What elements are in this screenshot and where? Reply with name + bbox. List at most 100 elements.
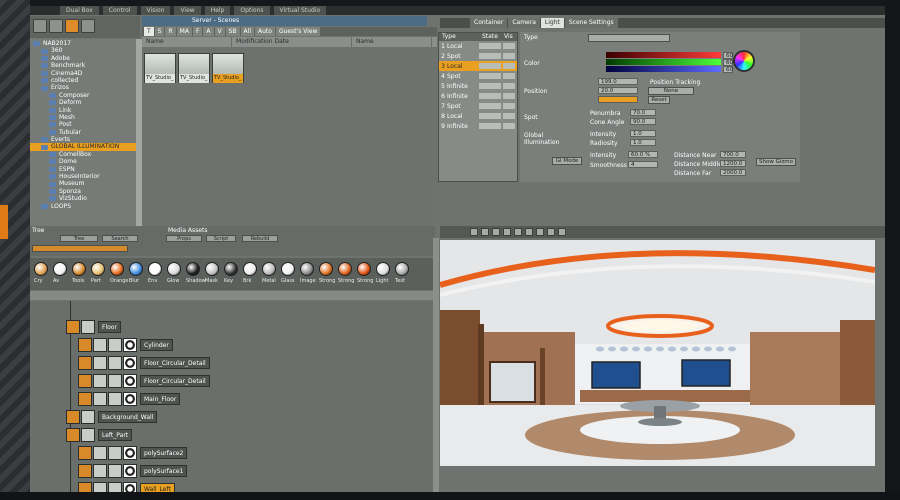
folder-tree-item[interactable]: Link — [30, 107, 138, 114]
container-icon[interactable] — [78, 356, 92, 370]
shader-ball-icon[interactable] — [72, 262, 86, 276]
scene-thumbnail[interactable]: TV_Studio_ — [212, 53, 244, 83]
shader-ball-icon[interactable] — [338, 262, 352, 276]
scene-filter-tab[interactable]: S — [154, 27, 165, 36]
scene-tree-node[interactable]: Floor — [66, 319, 121, 335]
scene-filter-tab[interactable]: R — [165, 27, 176, 36]
color-wheel-icon[interactable] — [733, 50, 755, 72]
folder-tree-item[interactable]: ESPN — [30, 166, 138, 173]
folder-tree-item[interactable]: Sponza — [30, 188, 138, 195]
rebuild-tab-button[interactable]: Rebuild — [242, 235, 278, 242]
scene-tree-node[interactable]: Wall_Left — [78, 481, 175, 492]
geometry-icon[interactable] — [81, 428, 95, 442]
container-icon[interactable] — [78, 374, 92, 388]
light-state-toggle[interactable] — [479, 63, 501, 69]
geometry-icon[interactable] — [108, 356, 122, 370]
light-visibility-toggle[interactable] — [503, 63, 515, 69]
position-z-field[interactable] — [598, 96, 638, 103]
material-icon[interactable] — [123, 392, 137, 406]
light-visibility-toggle[interactable] — [503, 103, 515, 109]
gi-mode-button[interactable]: GI Mode — [552, 157, 582, 165]
scene-column-header[interactable]: Name — [352, 37, 432, 47]
geometry-icon[interactable] — [108, 482, 122, 492]
geometry-icon[interactable] — [93, 338, 107, 352]
folder-tree-item[interactable]: Benchmark — [30, 62, 138, 69]
camera-icon[interactable] — [525, 228, 533, 236]
geometry-icon[interactable] — [93, 392, 107, 406]
smoothness-field[interactable]: 4 — [628, 161, 658, 168]
geometry-icon[interactable] — [93, 374, 107, 388]
light-visibility-toggle[interactable] — [503, 53, 515, 59]
editor-tab[interactable]: Container — [470, 18, 508, 28]
light-row[interactable]: 6 Infinite — [439, 91, 517, 101]
blue-slider[interactable] — [606, 66, 721, 72]
menu-item[interactable]: Help — [204, 6, 231, 15]
material-icon[interactable] — [123, 446, 137, 460]
folder-tree-item[interactable]: VizStudio — [30, 195, 138, 202]
shader-ball-icon[interactable] — [243, 262, 257, 276]
geometry-icon[interactable] — [108, 446, 122, 460]
shader-ball-icon[interactable] — [53, 262, 67, 276]
shader-ball-icon[interactable] — [395, 262, 409, 276]
light-state-toggle[interactable] — [479, 123, 501, 129]
light-row[interactable]: 9 Infinite — [439, 121, 517, 131]
light-column-header[interactable]: State — [479, 33, 501, 41]
show-gizmo-button[interactable]: Show Gizmo — [756, 158, 796, 166]
distance-middle-field[interactable]: 1200.0 — [720, 160, 746, 167]
light-state-toggle[interactable] — [479, 113, 501, 119]
position-x-field[interactable]: 199.0 — [598, 78, 638, 85]
grid-icon[interactable] — [536, 228, 544, 236]
scene-tree-node[interactable]: polySurface1 — [78, 463, 188, 479]
light-state-toggle[interactable] — [479, 93, 501, 99]
menu-item[interactable]: Dual Box — [60, 6, 99, 15]
folder-tree-item[interactable]: LOOPS — [30, 203, 138, 210]
scene-filter-tab[interactable]: MA — [176, 27, 192, 36]
shader-ball-icon[interactable] — [300, 262, 314, 276]
container-icon[interactable] — [66, 410, 80, 424]
scene-filter-tab[interactable]: SB — [225, 27, 240, 36]
gi-intensity-field[interactable]: 60.0 % — [628, 151, 658, 158]
geometry-icon[interactable] — [108, 338, 122, 352]
shader-ball-icon[interactable] — [110, 262, 124, 276]
scene-tree-scrollbar[interactable] — [433, 238, 439, 492]
light-visibility-toggle[interactable] — [503, 43, 515, 49]
green-slider[interactable] — [606, 59, 721, 65]
light-row[interactable]: 3 Local — [439, 61, 517, 71]
geometry-icon[interactable] — [108, 464, 122, 478]
light-state-toggle[interactable] — [479, 83, 501, 89]
light-visibility-toggle[interactable] — [503, 73, 515, 79]
position-y-field[interactable]: 20.0 — [598, 87, 638, 94]
light-row[interactable]: 5 Infinite — [439, 81, 517, 91]
light-column-header[interactable]: Vis — [501, 33, 515, 41]
scene-filter-tab[interactable]: Guest's View — [275, 27, 321, 36]
container-icon[interactable] — [66, 428, 80, 442]
perspective-icon[interactable] — [470, 228, 478, 236]
folder-tree-item[interactable]: Museum — [30, 180, 138, 187]
folder-tree-item[interactable]: NAB2017 — [30, 40, 138, 47]
shader-ball-icon[interactable] — [148, 262, 162, 276]
folder-tree-item[interactable]: Composer — [30, 92, 138, 99]
folder-tree-item[interactable]: Everts — [30, 136, 138, 143]
props-tab-button[interactable]: Props — [166, 235, 202, 242]
folder-tree-item[interactable]: collected — [30, 77, 138, 84]
shader-ball-icon[interactable] — [205, 262, 219, 276]
color-red-value[interactable]: 60 — [723, 52, 733, 59]
shader-ball-icon[interactable] — [167, 262, 181, 276]
menu-item[interactable]: Options — [234, 6, 270, 15]
folder-tree-item[interactable]: Post — [30, 121, 138, 128]
container-icon[interactable] — [78, 482, 92, 492]
scene-thumbnail[interactable]: TV_Studio_ — [178, 53, 210, 83]
light-row[interactable]: 1 Local — [439, 41, 517, 51]
folder-tree-item[interactable]: Erizos — [30, 84, 138, 91]
menu-item[interactable]: View — [174, 6, 201, 15]
scene-filter-tab[interactable]: A — [203, 27, 214, 36]
import-icon[interactable] — [65, 19, 79, 33]
folder-tree-item[interactable]: Adobe — [30, 55, 138, 62]
folder-icon[interactable] — [33, 19, 47, 33]
material-icon[interactable] — [123, 482, 137, 492]
scene-tree-node[interactable]: Floor_Circular_Detail — [78, 355, 210, 371]
light-row[interactable]: 4 Spot — [439, 71, 517, 81]
settings-icon[interactable] — [81, 19, 95, 33]
scene-column-header[interactable]: Name — [142, 37, 232, 47]
editor-tab[interactable]: Camera — [508, 18, 540, 28]
